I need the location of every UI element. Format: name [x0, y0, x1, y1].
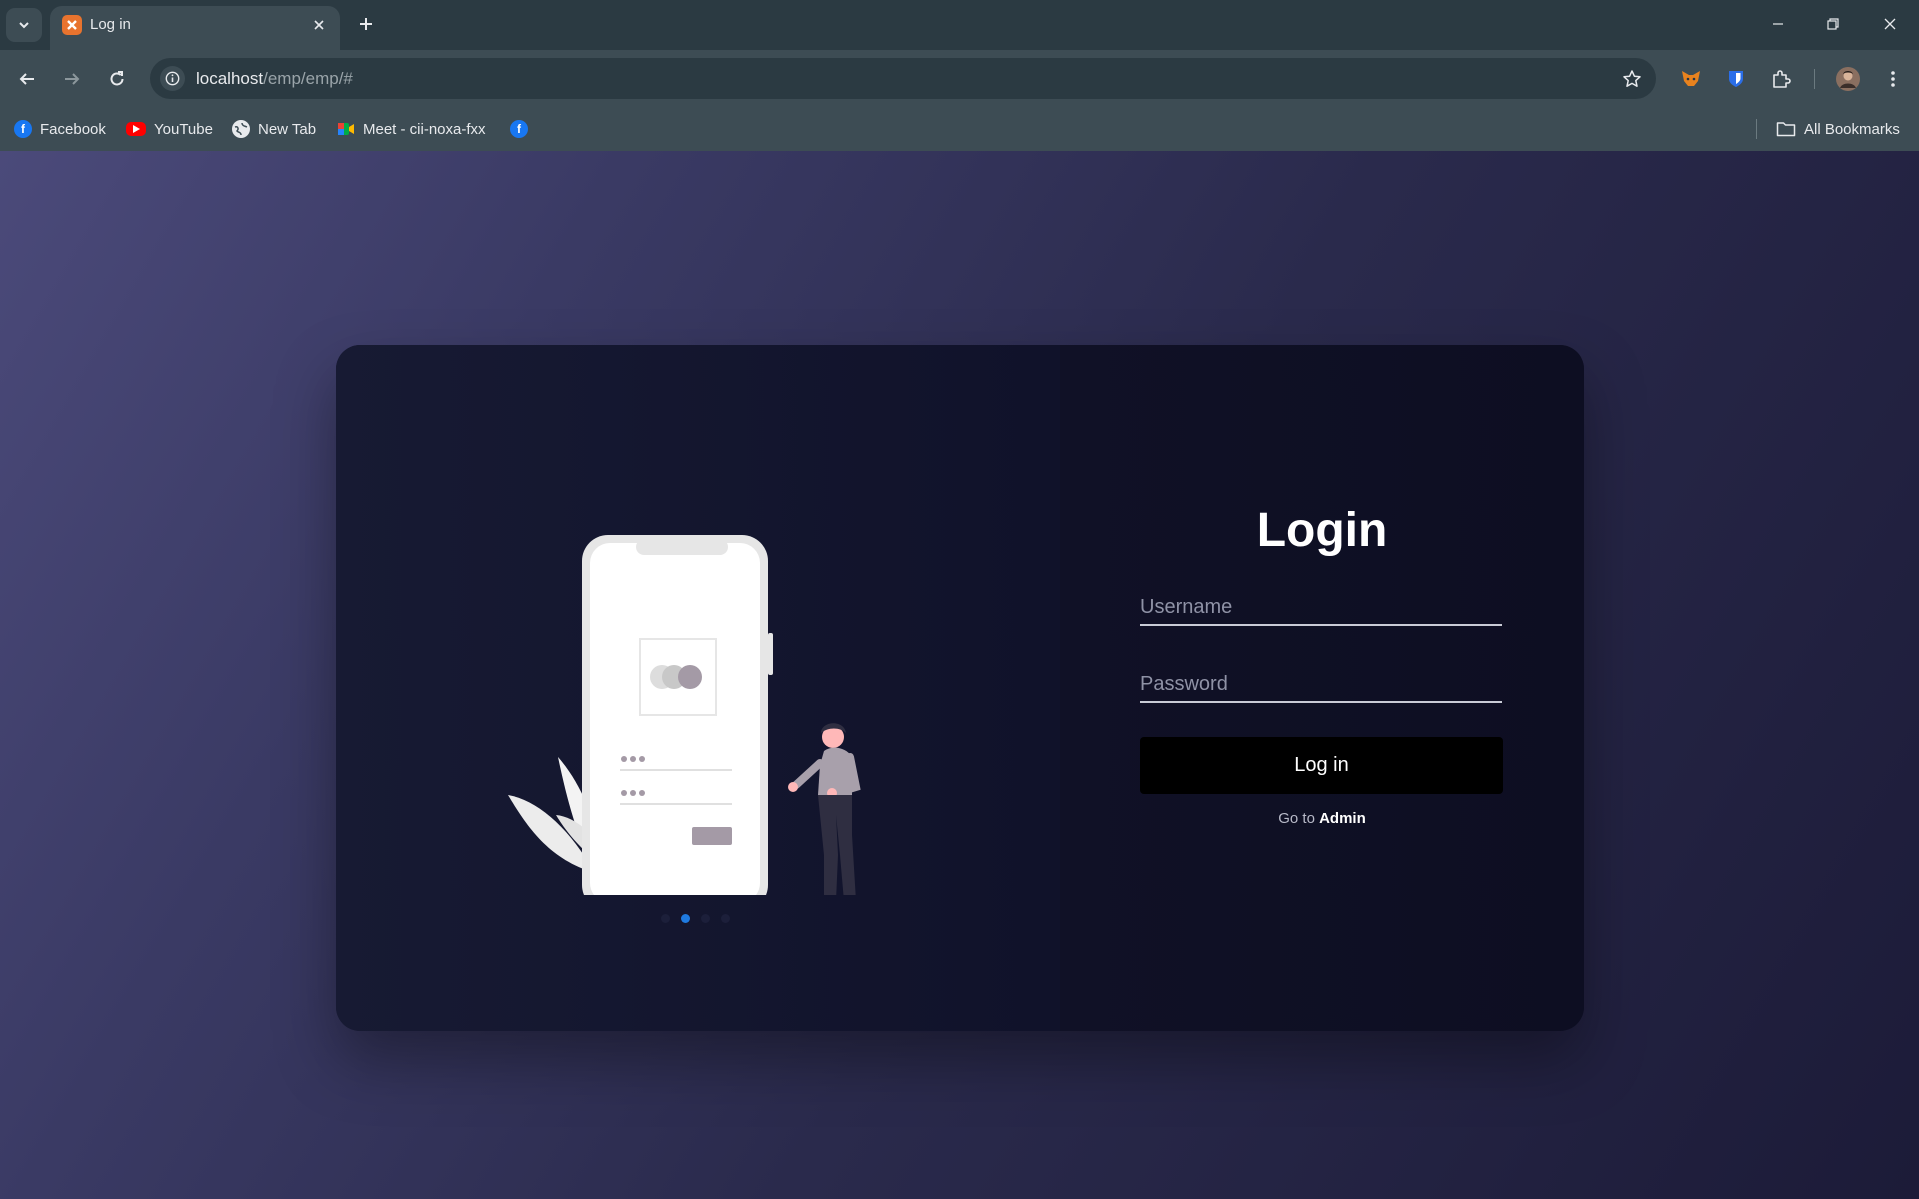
more-menu-icon[interactable] [1878, 64, 1908, 94]
bookmark-star-icon[interactable] [1620, 67, 1644, 91]
admin-link[interactable]: Admin [1319, 810, 1366, 827]
close-icon [1884, 18, 1896, 30]
carousel-dot[interactable] [661, 914, 670, 923]
tab-search-button[interactable] [6, 8, 42, 42]
login-card: Login Log in Go to Admin [336, 345, 1584, 1031]
minimize-button[interactable] [1756, 6, 1800, 42]
page-background: Login Log in Go to Admin [0, 151, 1919, 1199]
tab-title: Log in [90, 16, 131, 33]
bookmark-new-tab[interactable]: New Tab [232, 117, 316, 141]
new-tab-button[interactable] [352, 10, 380, 38]
folder-icon [1776, 122, 1796, 137]
xampp-icon [62, 15, 82, 35]
mobile-login-illustration [508, 535, 861, 895]
site-info-icon[interactable] [160, 66, 185, 91]
person-graphic [788, 723, 861, 895]
bookmarks-bar: f Facebook YouTube New Tab Meet - cii-no… [0, 107, 1919, 151]
username-input[interactable] [1140, 590, 1502, 626]
bookmark-facebook-2[interactable]: f [510, 117, 528, 141]
phone-graphic [582, 535, 773, 895]
bookmark-label: New Tab [258, 120, 317, 138]
browser-toolbar: localhost/emp/emp/# [0, 50, 1919, 107]
tab-strip: Log in [0, 0, 1919, 50]
bookmark-youtube[interactable]: YouTube [126, 117, 213, 141]
goto-prefix: Go to [1278, 810, 1315, 827]
facebook-icon: f [14, 120, 32, 138]
goto-admin-text: Go to Admin [1060, 810, 1584, 827]
url-path: /emp/emp/# [263, 69, 353, 88]
meet-icon [337, 120, 355, 138]
login-button[interactable]: Log in [1140, 737, 1503, 794]
youtube-icon [126, 122, 146, 136]
reload-icon [110, 71, 124, 86]
login-form-panel: Login Log in Go to Admin [1060, 345, 1584, 1031]
address-bar[interactable]: localhost/emp/emp/# [150, 58, 1656, 99]
close-tab-icon[interactable] [308, 14, 330, 36]
chevron-down-icon [19, 22, 29, 29]
carousel-dot[interactable] [721, 914, 730, 923]
toolbar-divider [1814, 69, 1815, 89]
url-host: localhost [196, 69, 264, 88]
login-title: Login [1256, 504, 1388, 557]
carousel-indicators [661, 914, 730, 923]
close-window-button[interactable] [1868, 6, 1912, 42]
bookmark-facebook[interactable]: f Facebook [14, 117, 106, 141]
arrow-left-icon [19, 73, 34, 85]
forward-button[interactable] [55, 62, 89, 96]
reload-button[interactable] [100, 62, 134, 96]
profile-avatar[interactable] [1833, 64, 1863, 94]
bookmark-label: YouTube [154, 120, 213, 138]
illustration-panel [336, 345, 1060, 1031]
extensions-puzzle-icon[interactable] [1766, 64, 1796, 94]
restore-button[interactable] [1811, 6, 1855, 42]
arrow-right-icon [65, 73, 80, 85]
all-bookmarks-label: All Bookmarks [1804, 120, 1900, 138]
url-text[interactable]: localhost/emp/emp/# [196, 69, 353, 89]
carousel-dot[interactable] [701, 914, 710, 923]
plus-icon [360, 18, 372, 30]
bookmark-meet[interactable]: Meet - cii-noxa-fxx [337, 117, 486, 141]
bitwarden-icon[interactable] [1721, 64, 1751, 94]
minimize-icon [1773, 23, 1783, 25]
carousel-dot-active[interactable] [681, 914, 690, 923]
facebook-icon: f [510, 120, 528, 138]
restore-icon [1827, 18, 1839, 30]
back-button[interactable] [10, 62, 44, 96]
bookmark-label: Facebook [40, 120, 106, 138]
bookmark-label: Meet - cii-noxa-fxx [363, 120, 486, 138]
all-bookmarks-button[interactable]: All Bookmarks [1776, 117, 1900, 141]
globe-icon [232, 120, 250, 138]
bookmarks-divider [1756, 119, 1757, 139]
password-input[interactable] [1140, 667, 1502, 703]
tab-active[interactable]: Log in [50, 6, 340, 50]
metamask-icon[interactable] [1676, 64, 1706, 94]
